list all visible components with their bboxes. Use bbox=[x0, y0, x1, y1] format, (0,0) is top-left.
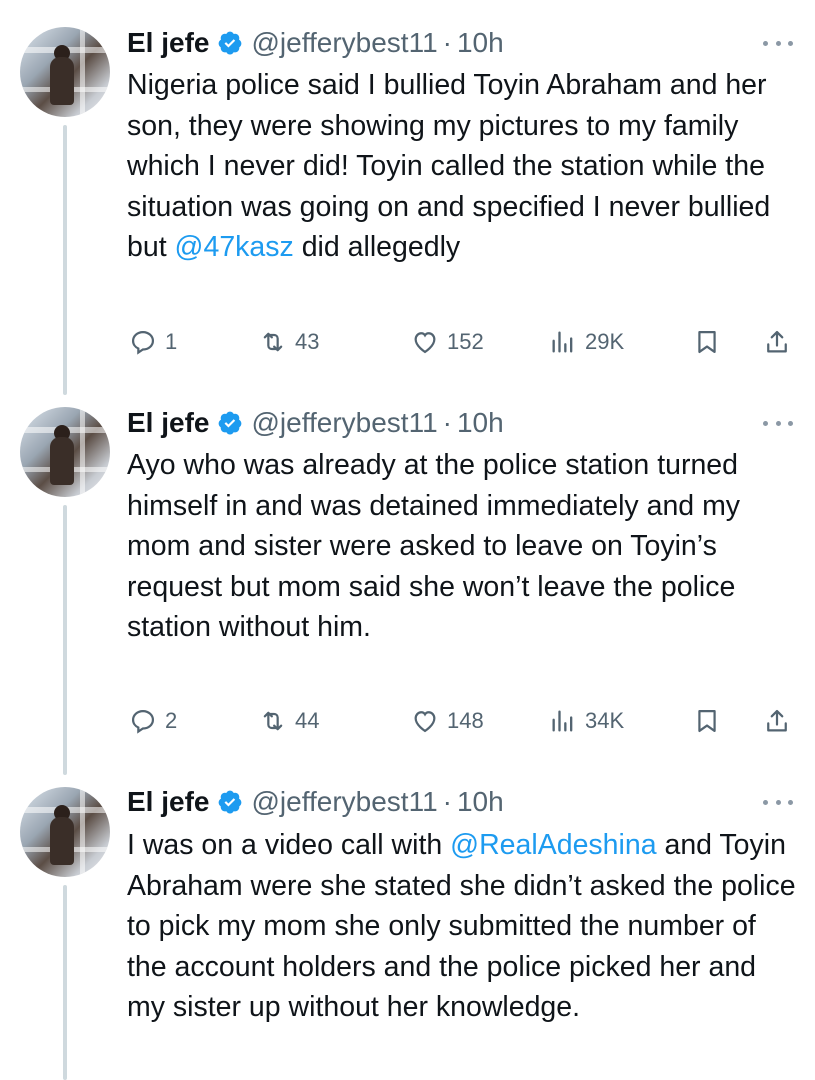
bookmark-icon bbox=[698, 709, 716, 733]
separator: · bbox=[442, 407, 452, 438]
share-icon bbox=[767, 709, 787, 732]
tweet-header: El jefe @jefferybest11 · 10h bbox=[127, 25, 504, 61]
views-count: 29K bbox=[585, 329, 625, 354]
heart-icon bbox=[414, 332, 436, 354]
display-name[interactable]: El jefe bbox=[127, 407, 209, 439]
handle[interactable]: @jefferybest11 bbox=[251, 407, 437, 439]
bookmark-icon bbox=[698, 330, 716, 354]
tweet-text: Ayo who was already at the police statio… bbox=[127, 445, 797, 648]
separator: · bbox=[442, 27, 452, 58]
repost-icon bbox=[263, 332, 283, 352]
views-icon bbox=[552, 331, 573, 353]
handle[interactable]: @jefferybest11 bbox=[251, 27, 437, 59]
verified-badge-icon bbox=[219, 31, 242, 55]
like-count: 148 bbox=[447, 708, 484, 733]
repost-icon bbox=[263, 711, 283, 731]
display-name[interactable]: El jefe bbox=[127, 27, 209, 59]
reply-button[interactable]: 1 bbox=[129, 322, 177, 362]
avatar[interactable] bbox=[20, 787, 110, 877]
timestamp[interactable]: 10h bbox=[457, 407, 504, 439]
display-name[interactable]: El jefe bbox=[127, 786, 209, 818]
handle[interactable]: @jefferybest11 bbox=[251, 786, 437, 818]
mention-link[interactable]: @RealAdeshina bbox=[450, 829, 656, 861]
share-icon bbox=[767, 330, 787, 353]
share-button[interactable] bbox=[763, 322, 797, 362]
more-horizontal-icon[interactable] bbox=[763, 38, 793, 48]
heart-icon bbox=[414, 711, 436, 733]
tweet-text-segment: I was on a video call with bbox=[127, 829, 451, 861]
avatar[interactable] bbox=[20, 407, 110, 497]
reply-icon bbox=[131, 330, 155, 355]
like-count: 152 bbox=[447, 329, 484, 354]
tweet-text: Nigeria police said I bullied Toyin Abra… bbox=[127, 65, 797, 268]
tweet-header: El jefe @jefferybest11 · 10h bbox=[127, 784, 504, 820]
views-count: 34K bbox=[585, 708, 625, 733]
tweet-text-segment: Ayo who was already at the police statio… bbox=[127, 449, 741, 643]
repost-button[interactable]: 44 bbox=[259, 701, 319, 741]
like-button[interactable]: 152 bbox=[411, 322, 484, 362]
tweet-actions: 1 43 152 29K bbox=[127, 322, 797, 362]
verified-badge-icon bbox=[219, 790, 242, 814]
repost-count: 44 bbox=[295, 708, 320, 733]
mention-link[interactable]: @47kasz bbox=[175, 231, 294, 263]
reply-count: 1 bbox=[165, 329, 178, 354]
verified-badge-icon bbox=[219, 411, 242, 435]
timestamp[interactable]: 10h bbox=[457, 27, 504, 59]
reply-icon bbox=[131, 709, 155, 734]
avatar[interactable] bbox=[20, 27, 110, 117]
tweet-text: I was on a video call with @RealAdeshina… bbox=[127, 825, 797, 1028]
timestamp[interactable]: 10h bbox=[457, 786, 504, 818]
more-horizontal-icon[interactable] bbox=[763, 797, 793, 807]
tweet-actions: 2 44 148 34K bbox=[127, 701, 797, 741]
bookmark-button[interactable] bbox=[693, 322, 727, 362]
thread-line bbox=[63, 885, 67, 1080]
thread-line bbox=[63, 505, 67, 775]
thread-line bbox=[63, 125, 67, 395]
views-button[interactable]: 34K bbox=[549, 701, 624, 741]
reply-count: 2 bbox=[165, 708, 178, 733]
views-button[interactable]: 29K bbox=[549, 322, 624, 362]
tweet-header: El jefe @jefferybest11 · 10h bbox=[127, 405, 504, 441]
like-button[interactable]: 148 bbox=[411, 701, 484, 741]
more-horizontal-icon[interactable] bbox=[763, 418, 793, 428]
tweet-text-segment: did allegedly bbox=[293, 231, 461, 263]
share-button[interactable] bbox=[763, 701, 797, 741]
repost-count: 43 bbox=[295, 329, 320, 354]
bookmark-button[interactable] bbox=[693, 701, 727, 741]
views-icon bbox=[552, 710, 573, 732]
repost-button[interactable]: 43 bbox=[259, 322, 319, 362]
separator: · bbox=[442, 786, 452, 817]
reply-button[interactable]: 2 bbox=[129, 701, 177, 741]
